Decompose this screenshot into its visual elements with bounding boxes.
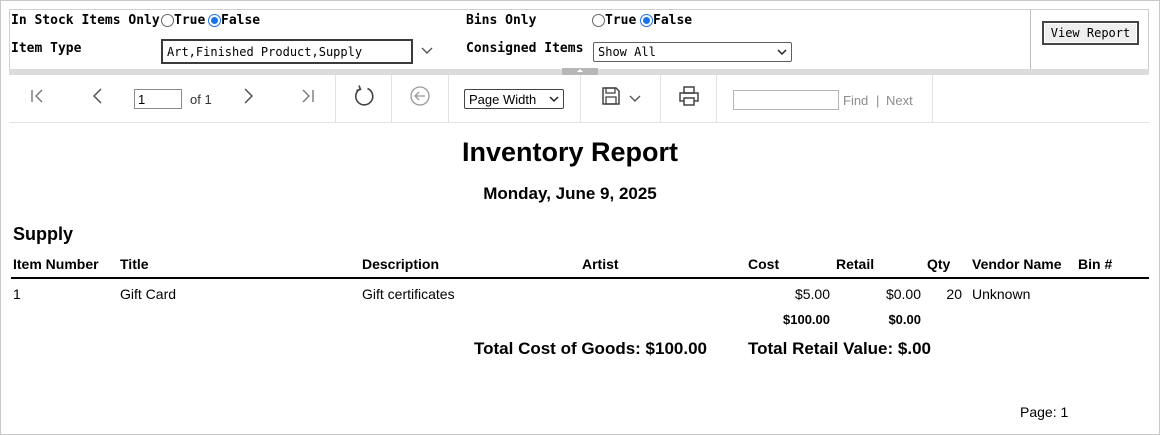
col-header-bin: Bin # [1078,256,1113,272]
cell-item-number: 1 [13,286,21,302]
cell-title: Gift Card [120,286,177,302]
save-icon[interactable] [601,86,621,106]
chevron-down-icon [549,96,559,103]
print-icon[interactable] [678,86,700,106]
toolbar-separator [932,75,933,123]
col-header-cost: Cost [748,256,780,272]
section-heading: Supply [13,224,74,244]
find-input[interactable] [733,90,839,110]
item-type-field[interactable]: Art,Finished Product,Supply [161,39,413,64]
radio-circle-checked[interactable] [208,14,221,27]
cell-description: Gift certificates [362,286,455,302]
total-retail-value: Total Retail Value: $.00 [748,339,931,358]
cell-qty: 20 [946,286,962,302]
radio-circle-checked[interactable] [640,14,653,27]
col-header-retail: Retail [836,256,875,272]
col-header-qty: Qty [927,256,951,272]
find-link[interactable]: Find [843,93,868,108]
header-rule [11,277,1149,279]
back-icon[interactable] [409,85,431,107]
radio-circle[interactable] [161,14,174,27]
radio-label: False [221,13,261,28]
in-stock-label: In Stock Items Only [11,13,160,28]
in-stock-true-radio[interactable]: True [161,13,205,28]
in-stock-false-radio[interactable]: False [208,13,260,28]
bins-only-true-radio[interactable]: True [592,13,636,28]
subtotal-cost: $100.00 [783,312,830,327]
col-header-vendor-name: Vendor Name [972,256,1062,272]
toolbar-separator [716,75,717,123]
col-header-artist: Artist [582,256,619,272]
chevron-down-icon [777,49,787,56]
find-separator: | [876,93,880,108]
radio-label: True [174,13,206,28]
toolbar-separator [660,75,661,123]
collapse-parameters-handle[interactable] [562,68,598,75]
zoom-select[interactable]: Page Width [464,89,564,109]
report-title: Inventory Report [461,137,679,167]
consigned-items-select[interactable]: Show All [593,42,792,62]
cell-vendor-name: Unknown [972,286,1031,302]
next-page-icon[interactable] [239,87,257,105]
previous-page-icon[interactable] [89,87,107,105]
first-page-icon[interactable] [29,88,47,104]
page-count-label: of 1 [190,92,212,107]
toolbar-separator [335,75,336,123]
col-header-item-number: Item Number [13,256,99,272]
toolbar-separator [448,75,449,123]
cell-retail: $0.00 [885,286,921,302]
consigned-items-label: Consigned Items [466,41,584,56]
item-type-dropdown-chevron-icon[interactable] [420,44,434,58]
radio-label: False [653,13,693,28]
page-number-input[interactable] [134,89,182,109]
toolbar-separator [391,75,392,123]
total-cost-of-goods: Total Cost of Goods: $100.00 [474,339,708,358]
refresh-icon[interactable] [352,84,376,108]
toolbar-separator [580,75,581,123]
page-number-footer: Page: 1 [1020,404,1069,420]
bins-only-false-radio[interactable]: False [640,13,692,28]
last-page-icon[interactable] [298,88,316,104]
consigned-items-value: Show All [598,45,656,59]
report-date: Monday, June 9, 2025 [483,184,657,203]
view-report-button[interactable]: View Report [1042,21,1139,45]
bins-only-label: Bins Only [466,13,537,28]
zoom-value: Page Width [469,91,537,107]
subtotal-retail: $0.00 [888,312,921,327]
parameter-divider [1030,10,1031,69]
next-link[interactable]: Next [886,93,913,108]
col-header-title: Title [120,256,149,272]
radio-circle[interactable] [592,14,605,27]
col-header-description: Description [362,256,440,272]
item-type-label: Item Type [11,41,82,56]
cell-cost: $5.00 [794,286,830,302]
radio-label: True [605,13,637,28]
export-dropdown-chevron-icon[interactable] [628,93,642,105]
